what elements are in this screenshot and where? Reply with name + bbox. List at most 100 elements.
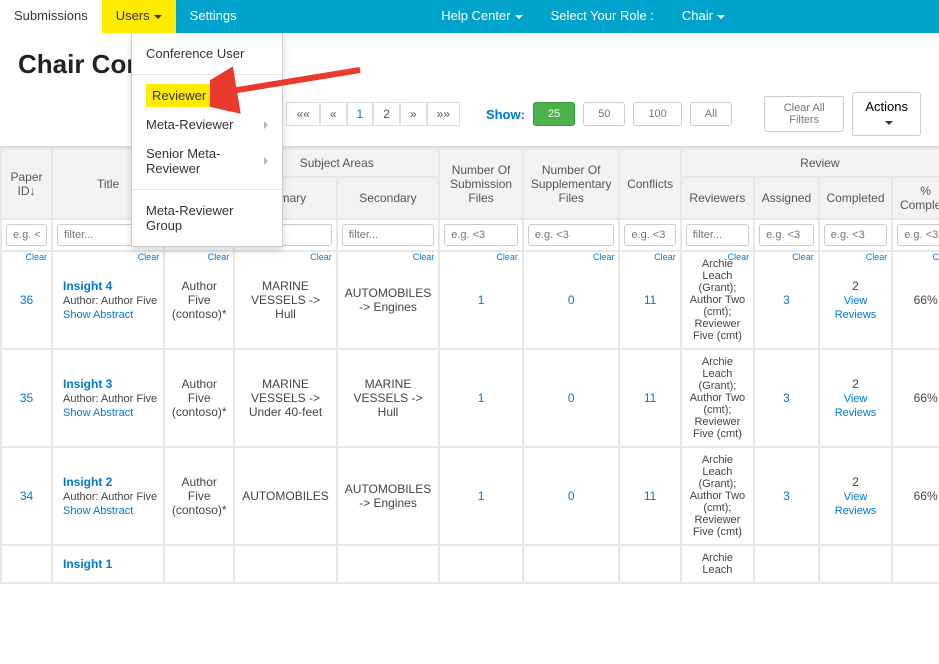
conflicts-cell[interactable]: 11 bbox=[619, 251, 680, 349]
supp-files-cell[interactable]: 0 bbox=[523, 447, 620, 545]
actions-button[interactable]: Actions bbox=[852, 92, 921, 136]
clear-link[interactable]: Clear bbox=[413, 252, 435, 262]
supp-files-cell[interactable] bbox=[523, 545, 620, 583]
clear-link[interactable]: Clear bbox=[654, 252, 676, 262]
title-link[interactable]: Insight 3 bbox=[63, 377, 112, 391]
tab-users-label: Users bbox=[116, 8, 150, 23]
show-abstract-link[interactable]: Show Abstract bbox=[63, 309, 133, 321]
filter-sub-files[interactable] bbox=[444, 224, 518, 246]
pager-first[interactable]: «« bbox=[286, 102, 319, 126]
completed-count: 2 bbox=[852, 475, 859, 489]
pager-page-1[interactable]: 1 bbox=[347, 102, 374, 126]
authors-cell: Author Five (contoso)* bbox=[164, 251, 234, 349]
filter-reviewers[interactable] bbox=[686, 224, 749, 246]
clear-link[interactable]: Clear bbox=[932, 252, 939, 262]
assigned-cell[interactable]: 3 bbox=[754, 447, 819, 545]
sub-files-cell[interactable]: 1 bbox=[439, 447, 523, 545]
title-cell: Insight 2 Author: Author Five Show Abstrac… bbox=[52, 447, 164, 545]
assigned-cell[interactable]: 3 bbox=[754, 251, 819, 349]
caret-down-icon bbox=[717, 15, 725, 19]
col-conflicts[interactable]: Conflicts bbox=[619, 149, 680, 219]
role-selector[interactable]: Chair bbox=[668, 0, 739, 33]
conflicts-cell[interactable]: 11 bbox=[619, 349, 680, 447]
dropdown-reviewer[interactable]: Reviewer bbox=[146, 84, 212, 107]
supp-files-cell[interactable]: 0 bbox=[523, 349, 620, 447]
col-reviewers[interactable]: Reviewers bbox=[681, 177, 754, 219]
col-completed[interactable]: Completed bbox=[819, 177, 892, 219]
clear-link[interactable]: Clear bbox=[866, 252, 888, 262]
pagesize-50[interactable]: 50 bbox=[583, 102, 625, 126]
pagesize-all[interactable]: All bbox=[690, 102, 732, 126]
conflicts-cell[interactable] bbox=[619, 545, 680, 583]
filter-secondary[interactable] bbox=[342, 224, 434, 246]
paper-id-cell[interactable] bbox=[1, 545, 52, 583]
sub-files-cell[interactable] bbox=[439, 545, 523, 583]
col-submission-files[interactable]: Number Of Submission Files bbox=[439, 149, 523, 219]
pct-cell bbox=[892, 545, 939, 583]
col-secondary[interactable]: Secondary bbox=[337, 177, 439, 219]
clear-all-filters-button[interactable]: Clear All Filters bbox=[764, 96, 844, 132]
filter-assigned[interactable] bbox=[759, 224, 814, 246]
filter-pct[interactable] bbox=[897, 224, 939, 246]
assigned-cell[interactable] bbox=[754, 545, 819, 583]
conflicts-cell[interactable]: 11 bbox=[619, 447, 680, 545]
paper-id-cell[interactable]: 36 bbox=[1, 251, 52, 349]
primary-cell: AUTOMOBILES bbox=[234, 447, 336, 545]
col-supplementary-files[interactable]: Number Of Supplementary Files bbox=[523, 149, 620, 219]
pagesize-100[interactable]: 100 bbox=[633, 102, 681, 126]
show-abstract-link[interactable]: Show Abstract bbox=[63, 407, 133, 419]
view-reviews-link[interactable]: View Reviews bbox=[835, 295, 877, 321]
filter-supp-files[interactable] bbox=[528, 224, 615, 246]
completed-cell: 2View Reviews bbox=[819, 251, 892, 349]
chevron-right-icon bbox=[264, 157, 268, 165]
filter-conflicts[interactable] bbox=[624, 224, 675, 246]
paper-id-cell[interactable]: 35 bbox=[1, 349, 52, 447]
tab-submissions[interactable]: Submissions bbox=[0, 0, 102, 33]
dropdown-meta-reviewer-group[interactable]: Meta-Reviewer Group bbox=[132, 196, 282, 240]
pager-last[interactable]: »» bbox=[427, 102, 460, 126]
clear-link[interactable]: Clear bbox=[138, 252, 160, 262]
title-link[interactable]: Insight 1 bbox=[63, 557, 112, 571]
pct-cell: 66% bbox=[892, 447, 939, 545]
dropdown-meta-reviewer[interactable]: Meta-Reviewer bbox=[132, 110, 282, 139]
clear-link[interactable]: Clear bbox=[208, 252, 230, 262]
show-abstract-link[interactable]: Show Abstract bbox=[63, 505, 133, 517]
clear-link[interactable]: Clear bbox=[25, 252, 47, 262]
title-link[interactable]: Insight 2 bbox=[63, 475, 112, 489]
sub-files-cell[interactable]: 1 bbox=[439, 349, 523, 447]
supp-files-cell[interactable]: 0 bbox=[523, 251, 620, 349]
col-review: Review bbox=[681, 149, 939, 177]
title-cell: Insight 1 bbox=[52, 545, 164, 583]
col-assigned[interactable]: Assigned bbox=[754, 177, 819, 219]
paper-id-cell[interactable]: 34 bbox=[1, 447, 52, 545]
authors-cell bbox=[164, 545, 234, 583]
help-center[interactable]: Help Center bbox=[427, 0, 536, 33]
title-link[interactable]: Insight 4 bbox=[63, 279, 112, 293]
clear-link[interactable]: Clear bbox=[593, 252, 615, 262]
dropdown-conference-user[interactable]: Conference User bbox=[132, 39, 282, 68]
tab-users[interactable]: Users bbox=[102, 0, 176, 33]
author-line: Author: Author Five bbox=[63, 491, 157, 503]
pager-next[interactable]: » bbox=[400, 102, 427, 126]
clear-link[interactable]: Clear bbox=[792, 252, 814, 262]
view-reviews-link[interactable]: View Reviews bbox=[835, 393, 877, 419]
pager-prev[interactable]: « bbox=[320, 102, 347, 126]
clear-link[interactable]: Clear bbox=[728, 252, 750, 262]
col-pct-complete[interactable]: % Complete bbox=[892, 177, 939, 219]
reviewers-cell: Archie Leach (Grant); Author Two (cmt); … bbox=[681, 251, 754, 349]
authors-cell: Author Five (contoso)* bbox=[164, 349, 234, 447]
clear-link[interactable]: Clear bbox=[310, 252, 332, 262]
actions-label: Actions bbox=[865, 99, 908, 114]
pager-page-2[interactable]: 2 bbox=[373, 102, 400, 126]
dropdown-senior-meta-reviewer-label: Senior Meta-Reviewer bbox=[146, 146, 264, 176]
assigned-cell[interactable]: 3 bbox=[754, 349, 819, 447]
sub-files-cell[interactable]: 1 bbox=[439, 251, 523, 349]
clear-link[interactable]: Clear bbox=[496, 252, 518, 262]
pagesize-25[interactable]: 25 bbox=[533, 102, 575, 126]
tab-settings[interactable]: Settings bbox=[176, 0, 251, 33]
col-paper-id[interactable]: Paper ID bbox=[1, 149, 52, 219]
dropdown-senior-meta-reviewer[interactable]: Senior Meta-Reviewer bbox=[132, 139, 282, 183]
filter-completed[interactable] bbox=[824, 224, 887, 246]
filter-paper-id[interactable] bbox=[6, 224, 47, 246]
view-reviews-link[interactable]: View Reviews bbox=[835, 491, 877, 517]
